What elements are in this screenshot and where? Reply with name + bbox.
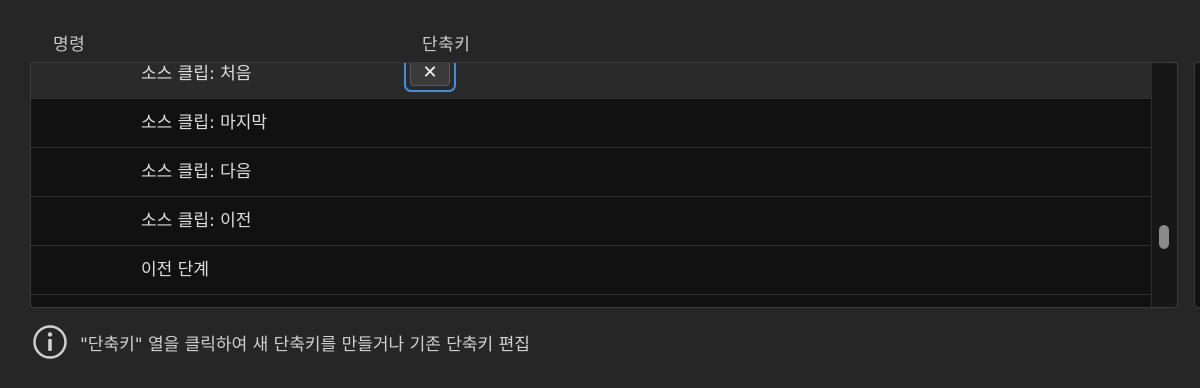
shortcut-field-focused[interactable]: ✕: [404, 62, 456, 92]
column-header-shortcut[interactable]: 단축키: [422, 30, 470, 55]
table-row[interactable]: 이전 단계: [31, 246, 1151, 295]
adjacent-panel-edge: [1194, 62, 1200, 308]
clear-shortcut-button[interactable]: ✕: [410, 62, 450, 86]
close-icon: ✕: [422, 62, 438, 83]
shortcut-table: 소스 클립: 처음 ✕ 소스 클립: 마지막 소스 클립: 다음 소스 클립: …: [30, 62, 1178, 308]
info-hint: "단축키" 열을 클릭하여 새 단축키를 만들거나 기존 단축키 편집: [32, 322, 530, 362]
command-label: 소스 클립: 처음: [141, 64, 252, 84]
shortcut-table-body: 소스 클립: 처음 ✕ 소스 클립: 마지막 소스 클립: 다음 소스 클립: …: [31, 62, 1151, 295]
info-icon: [33, 325, 67, 359]
scrollbar-thumb[interactable]: [1159, 225, 1169, 249]
info-text: "단축키" 열을 클릭하여 새 단축키를 만들거나 기존 단축키 편집: [80, 334, 530, 355]
command-label: 이전 단계: [141, 260, 209, 280]
command-label: 소스 클립: 마지막: [141, 113, 268, 133]
table-row[interactable]: 소스 클립: 다음: [31, 148, 1151, 197]
shortcut-settings-panel: 명령 단축키 소스 클립: 처음 ✕ 소스 클립: 마지막 소스 클립: 다음 …: [0, 0, 1200, 388]
vertical-scrollbar[interactable]: [1151, 63, 1177, 307]
table-row[interactable]: 소스 클립: 처음 ✕: [31, 62, 1151, 99]
table-row[interactable]: 소스 클립: 마지막: [31, 99, 1151, 148]
table-row[interactable]: 소스 클립: 이전: [31, 197, 1151, 246]
command-label: 소스 클립: 다음: [141, 162, 252, 182]
command-label: 소스 클립: 이전: [141, 211, 252, 231]
column-header-command[interactable]: 명령: [53, 30, 85, 55]
